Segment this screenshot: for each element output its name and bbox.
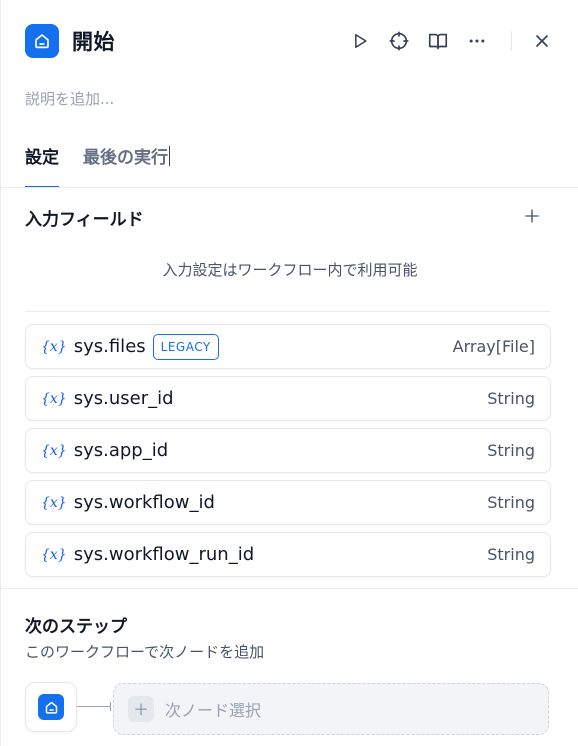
description-input[interactable]: 説明を追加... bbox=[25, 88, 114, 109]
node-connector bbox=[77, 706, 111, 707]
more-icon[interactable] bbox=[465, 29, 489, 53]
crosshair-icon[interactable] bbox=[387, 29, 411, 53]
variable-type: String bbox=[487, 389, 535, 408]
tab-last-run-label: 最後の実行 bbox=[83, 148, 168, 168]
tab-divider bbox=[1, 187, 578, 188]
text-cursor bbox=[169, 146, 170, 166]
variable-row[interactable]: {x} sys.files LEGACY Array[File] bbox=[25, 324, 551, 369]
legacy-badge: LEGACY bbox=[152, 333, 219, 360]
tab-bar: 設定 最後の実行 bbox=[25, 144, 194, 188]
variable-type: Array[File] bbox=[452, 337, 535, 356]
variable-row[interactable]: {x} sys.app_id String bbox=[25, 428, 551, 473]
select-next-node-label: 次ノード選択 bbox=[165, 701, 262, 720]
variable-icon: {x} bbox=[41, 546, 67, 563]
section-divider bbox=[25, 311, 550, 312]
variable-row[interactable]: {x} sys.workflow_id String bbox=[25, 480, 551, 525]
variable-name: sys.app_id bbox=[73, 440, 169, 461]
section-divider bbox=[1, 588, 578, 589]
add-field-button[interactable] bbox=[520, 204, 544, 228]
tab-settings-label: 設定 bbox=[25, 148, 59, 168]
variable-name: sys.workflow_run_id bbox=[73, 544, 255, 565]
input-fields-hint: 入力設定はワークフロー内で利用可能 bbox=[162, 261, 418, 279]
variable-type: String bbox=[487, 545, 535, 564]
close-icon[interactable] bbox=[530, 29, 554, 53]
start-node-panel: 開始 説明を追加... 設定 最後の実行 入力フィールド 入力設定はワークフロー… bbox=[0, 0, 578, 746]
variable-row[interactable]: {x} sys.workflow_run_id String bbox=[25, 532, 551, 577]
node-connector-end bbox=[110, 702, 111, 711]
next-step-title: 次のステップ bbox=[25, 617, 127, 637]
variable-name: sys.workflow_id bbox=[73, 492, 215, 513]
variable-icon: {x} bbox=[41, 338, 67, 355]
variable-type: String bbox=[487, 441, 535, 460]
book-icon[interactable] bbox=[426, 29, 450, 53]
variable-name: sys.user_id bbox=[73, 388, 174, 409]
current-node bbox=[25, 682, 77, 732]
toolbar-divider bbox=[511, 31, 512, 51]
variable-type: String bbox=[487, 493, 535, 512]
tab-settings[interactable]: 設定 bbox=[25, 144, 59, 188]
tab-last-run[interactable]: 最後の実行 bbox=[83, 144, 170, 188]
home-icon bbox=[25, 24, 59, 58]
variable-icon: {x} bbox=[41, 442, 67, 459]
node-title[interactable]: 開始 bbox=[72, 26, 115, 56]
plus-icon bbox=[525, 209, 539, 223]
variable-list: {x} sys.files LEGACY Array[File] {x} sys… bbox=[25, 324, 551, 584]
variable-row[interactable]: {x} sys.user_id String bbox=[25, 376, 551, 421]
variable-name: sys.files bbox=[73, 336, 146, 357]
variable-icon: {x} bbox=[41, 390, 67, 407]
variable-icon: {x} bbox=[41, 494, 67, 511]
home-icon bbox=[38, 694, 64, 720]
panel-header: 開始 bbox=[25, 24, 554, 58]
select-next-node-button[interactable]: + 次ノード選択 bbox=[113, 683, 549, 735]
next-step-description: このワークフローで次ノードを追加 bbox=[25, 643, 265, 661]
play-icon[interactable] bbox=[348, 29, 372, 53]
input-fields-title: 入力フィールド bbox=[25, 210, 144, 230]
header-toolbar bbox=[348, 29, 554, 53]
plus-icon: + bbox=[128, 696, 154, 722]
